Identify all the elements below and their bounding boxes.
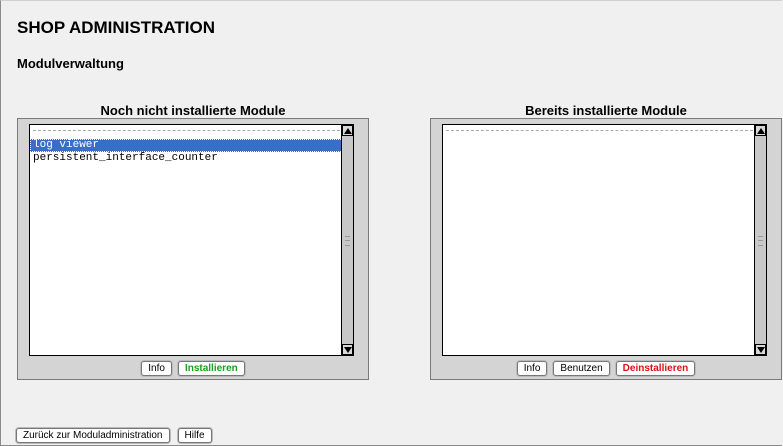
installed-modules-heading: Bereits installierte Module	[525, 103, 687, 118]
list-item-persistent-interface-counter[interactable]: persistent_interface_counter	[30, 152, 353, 165]
uninstall-button[interactable]: Deinstallieren	[615, 361, 696, 376]
arrow-up-icon	[757, 128, 765, 134]
scroll-down-button[interactable]	[755, 344, 766, 355]
right-button-row: Info Benutzen Deinstallieren	[431, 361, 781, 376]
list-item-log-viewer[interactable]: log viewer	[30, 139, 353, 152]
help-button[interactable]: Hilfe	[177, 428, 212, 443]
list-separator	[33, 130, 350, 139]
arrow-down-icon	[757, 347, 765, 353]
page-subtitle: Modulverwaltung	[17, 56, 124, 71]
arrow-up-icon	[344, 128, 352, 134]
info-button[interactable]: Info	[141, 361, 172, 376]
page-title: SHOP ADMINISTRATION	[17, 18, 216, 37]
installed-modules-panel: Info Benutzen Deinstallieren	[430, 118, 782, 380]
scroll-up-button[interactable]	[342, 125, 353, 136]
footer-buttons: Zurück zur Moduladministration Hilfe	[16, 428, 220, 443]
arrow-down-icon	[344, 347, 352, 353]
scroll-grip-icon	[758, 236, 763, 246]
scroll-down-button[interactable]	[342, 344, 353, 355]
scroll-up-button[interactable]	[755, 125, 766, 136]
info-button[interactable]: Info	[516, 361, 548, 376]
scrollbar[interactable]	[754, 125, 766, 355]
scrollbar[interactable]	[341, 125, 353, 355]
use-button[interactable]: Benutzen	[553, 361, 610, 376]
list-separator	[446, 130, 763, 139]
uninstalled-modules-panel: log viewer persistent_interface_counter …	[17, 118, 369, 380]
installed-modules-list[interactable]	[442, 124, 767, 356]
back-to-module-admin-button[interactable]: Zurück zur Moduladministration	[16, 428, 170, 443]
uninstalled-modules-heading: Noch nicht installierte Module	[100, 103, 286, 118]
scroll-grip-icon	[345, 236, 350, 246]
uninstalled-modules-list[interactable]: log viewer persistent_interface_counter	[29, 124, 354, 356]
install-button[interactable]: Installieren	[177, 361, 245, 376]
left-button-row: Info Installieren	[18, 361, 368, 376]
